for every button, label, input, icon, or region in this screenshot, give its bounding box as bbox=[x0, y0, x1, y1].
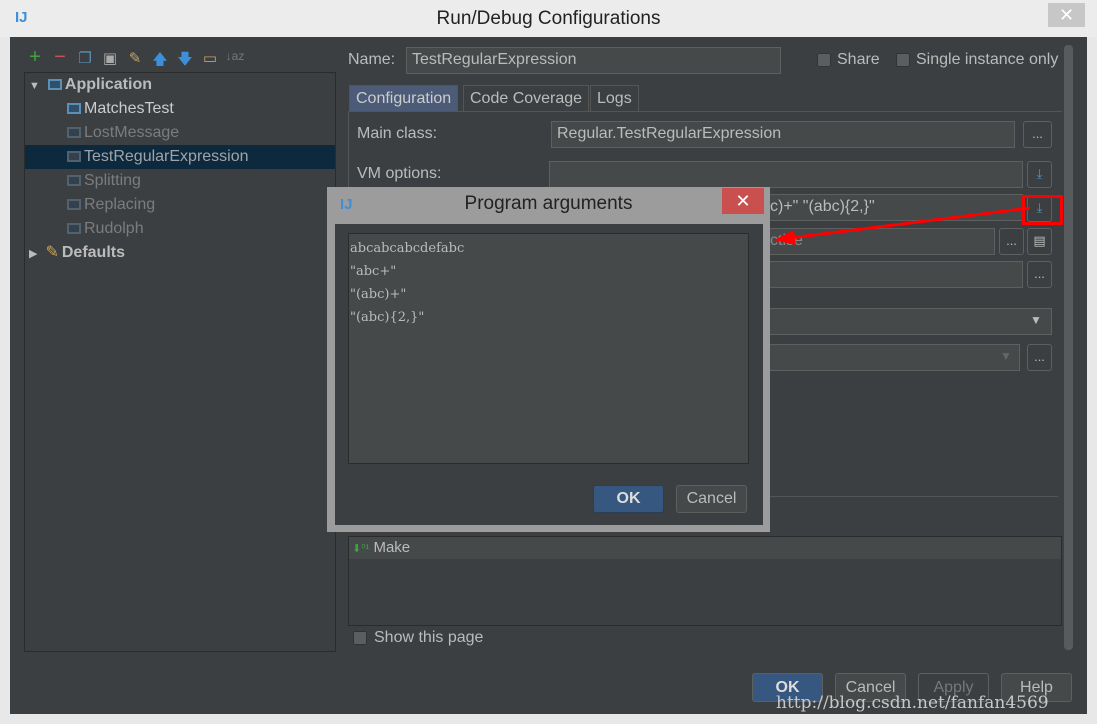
arrow-head bbox=[774, 230, 796, 245]
arrow-line bbox=[789, 206, 1031, 240]
annotation-arrow bbox=[774, 206, 1031, 245]
